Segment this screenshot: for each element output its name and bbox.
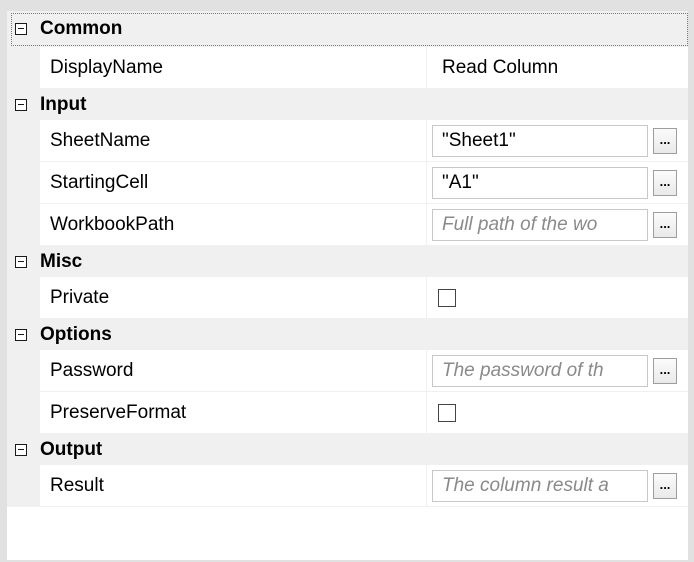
category-options[interactable]: Options: [7, 319, 688, 350]
property-name: PreserveFormat: [40, 392, 427, 434]
preserveformat-checkbox[interactable]: [438, 403, 456, 422]
ellipsis-icon[interactable]: ...: [653, 473, 677, 499]
result-input[interactable]: The column result a: [432, 470, 648, 502]
property-value-sheetname: "Sheet1" ...: [427, 120, 688, 162]
property-name: Result: [40, 465, 427, 507]
property-value-workbookpath: Full path of the wo ...: [427, 204, 688, 246]
property-value-result: The column result a ...: [427, 465, 688, 507]
password-input[interactable]: The password of th: [432, 355, 648, 387]
property-value-startingcell: "A1" ...: [427, 162, 688, 204]
category-common[interactable]: Common: [7, 11, 688, 47]
property-name: SheetName: [40, 120, 427, 162]
property-value-displayname[interactable]: Read Column: [427, 47, 688, 89]
sheetname-input-text[interactable]: "Sheet1": [442, 126, 645, 156]
ellipsis-icon[interactable]: ...: [653, 170, 677, 196]
property-row-result: Result The column result a ...: [7, 465, 688, 507]
property-grid: Common DisplayName Read Column Input She…: [7, 11, 688, 560]
workbookpath-placeholder[interactable]: Full path of the wo: [442, 210, 645, 240]
startingcell-input-text[interactable]: "A1": [442, 168, 645, 198]
property-row-displayname: DisplayName Read Column: [7, 47, 688, 89]
property-row-private: Private: [7, 277, 688, 319]
displayname-value[interactable]: Read Column: [442, 47, 558, 88]
property-name: StartingCell: [40, 162, 427, 204]
category-label: Input: [40, 93, 87, 115]
property-row-password: Password The password of th ...: [7, 350, 688, 392]
collapse-icon[interactable]: [15, 255, 27, 268]
property-value-preserveformat: [427, 392, 688, 434]
ellipsis-icon[interactable]: ...: [653, 358, 677, 384]
property-row-sheetname: SheetName "Sheet1" ...: [7, 120, 688, 162]
property-row-workbookpath: WorkbookPath Full path of the wo ...: [7, 204, 688, 246]
private-checkbox[interactable]: [438, 288, 456, 307]
ellipsis-icon[interactable]: ...: [653, 128, 677, 154]
category-misc[interactable]: Misc: [7, 246, 688, 277]
property-name: DisplayName: [40, 47, 427, 89]
collapse-icon[interactable]: [15, 23, 27, 35]
sheetname-input[interactable]: "Sheet1": [432, 125, 648, 157]
collapse-icon[interactable]: [15, 443, 27, 456]
category-input[interactable]: Input: [7, 89, 688, 120]
category-label: Common: [40, 18, 123, 39]
password-placeholder[interactable]: The password of th: [442, 356, 645, 386]
startingcell-input[interactable]: "A1": [432, 167, 648, 199]
property-row-preserveformat: PreserveFormat: [7, 392, 688, 434]
category-label: Output: [40, 438, 103, 460]
property-name: Password: [40, 350, 427, 392]
category-label: Misc: [40, 250, 83, 272]
ellipsis-icon[interactable]: ...: [653, 212, 677, 238]
collapse-icon[interactable]: [15, 328, 27, 341]
result-placeholder[interactable]: The column result a: [442, 471, 645, 501]
property-row-startingcell: StartingCell "A1" ...: [7, 162, 688, 204]
property-name: Private: [40, 277, 427, 319]
property-value-private: [427, 277, 688, 319]
category-output[interactable]: Output: [7, 434, 688, 465]
collapse-icon[interactable]: [15, 98, 27, 111]
property-value-password: The password of th ...: [427, 350, 688, 392]
property-name: WorkbookPath: [40, 204, 427, 246]
workbookpath-input[interactable]: Full path of the wo: [432, 209, 648, 241]
category-label: Options: [40, 323, 112, 345]
